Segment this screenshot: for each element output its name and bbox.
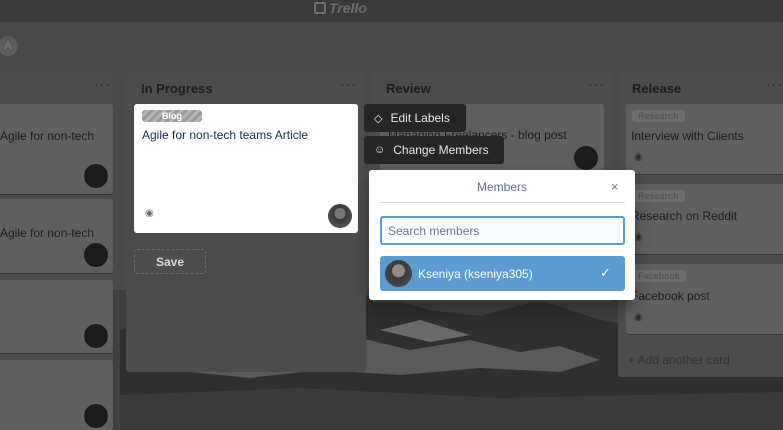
logo-text: Trello bbox=[329, 0, 367, 16]
list-item[interactable]: Research Interview with Clients ◉ bbox=[626, 104, 783, 174]
avatar bbox=[385, 260, 412, 287]
list-item[interactable] bbox=[0, 280, 113, 353]
close-icon[interactable]: × bbox=[611, 179, 619, 194]
trello-logo[interactable]: Trello bbox=[314, 0, 367, 16]
list-menu-icon[interactable]: ··· bbox=[340, 76, 357, 92]
list-item[interactable]: Agile for non-tech bbox=[0, 199, 113, 273]
eye-icon: ◉ bbox=[634, 312, 643, 323]
edit-labels-button[interactable]: ◇ Edit Labels bbox=[364, 104, 466, 132]
search-members-input[interactable] bbox=[380, 216, 625, 245]
eye-icon: ◉ bbox=[634, 232, 643, 243]
list-title: In Progress bbox=[141, 81, 213, 96]
list-menu-icon[interactable]: ··· bbox=[588, 76, 605, 92]
add-card-button[interactable]: + Add another card bbox=[628, 353, 730, 367]
avatar bbox=[574, 146, 598, 170]
card-title: Facebook post bbox=[631, 289, 710, 303]
card-title: Research on Reddit bbox=[631, 209, 738, 223]
member-name: Kseniya (kseniya305) bbox=[418, 267, 533, 281]
change-members-label: Change Members bbox=[393, 143, 489, 157]
list-item[interactable]: Facebook Facebook post ◉ bbox=[626, 264, 783, 334]
eye-icon: ◉ bbox=[634, 152, 643, 163]
avatar bbox=[84, 164, 108, 188]
card-label: Facebook bbox=[632, 270, 687, 282]
check-icon: ✓ bbox=[600, 265, 611, 280]
popover-title: Members bbox=[476, 180, 527, 194]
app-header: Trello bbox=[0, 0, 783, 22]
list-item[interactable] bbox=[0, 360, 113, 430]
card-title: Agile for non-tech bbox=[0, 226, 95, 240]
card-label-blog[interactable]: Blog bbox=[142, 110, 202, 122]
list-title: Review bbox=[386, 81, 431, 96]
member-item[interactable]: Kseniya (kseniya305) ✓ bbox=[380, 256, 625, 291]
board-header bbox=[0, 22, 783, 68]
person-icon: ☺ bbox=[374, 144, 386, 156]
tag-icon: ◇ bbox=[374, 112, 383, 125]
list-menu-icon[interactable]: ··· bbox=[766, 76, 783, 92]
editing-card[interactable]: Blog Agile for non-tech teams Article bbox=[134, 104, 358, 233]
card-label: Research bbox=[632, 190, 685, 202]
change-members-button[interactable]: ☺ Change Members bbox=[364, 136, 504, 164]
card-title-input[interactable]: Agile for non-tech teams Article bbox=[142, 128, 308, 142]
card-label: Research bbox=[632, 110, 685, 122]
list-item[interactable]: Agile for non-tech bbox=[0, 104, 113, 194]
list-title: Release bbox=[632, 81, 682, 96]
card-title: Interview with Clients bbox=[631, 129, 744, 143]
eye-icon: ◉ bbox=[145, 208, 154, 219]
avatar bbox=[84, 404, 108, 428]
edit-labels-label: Edit Labels bbox=[390, 111, 450, 125]
card-title: Agile for non-tech bbox=[0, 129, 95, 143]
divider bbox=[379, 202, 625, 203]
board-icon bbox=[314, 2, 326, 14]
avatar bbox=[84, 324, 108, 348]
avatar bbox=[328, 204, 352, 228]
list-item[interactable]: Research Research on Reddit ◉ bbox=[626, 184, 783, 254]
members-popover: Members × Kseniya (kseniya305) ✓ bbox=[369, 170, 635, 300]
avatar bbox=[84, 243, 108, 267]
list-menu-icon[interactable]: ··· bbox=[94, 76, 111, 92]
save-button[interactable]: Save bbox=[134, 249, 206, 274]
